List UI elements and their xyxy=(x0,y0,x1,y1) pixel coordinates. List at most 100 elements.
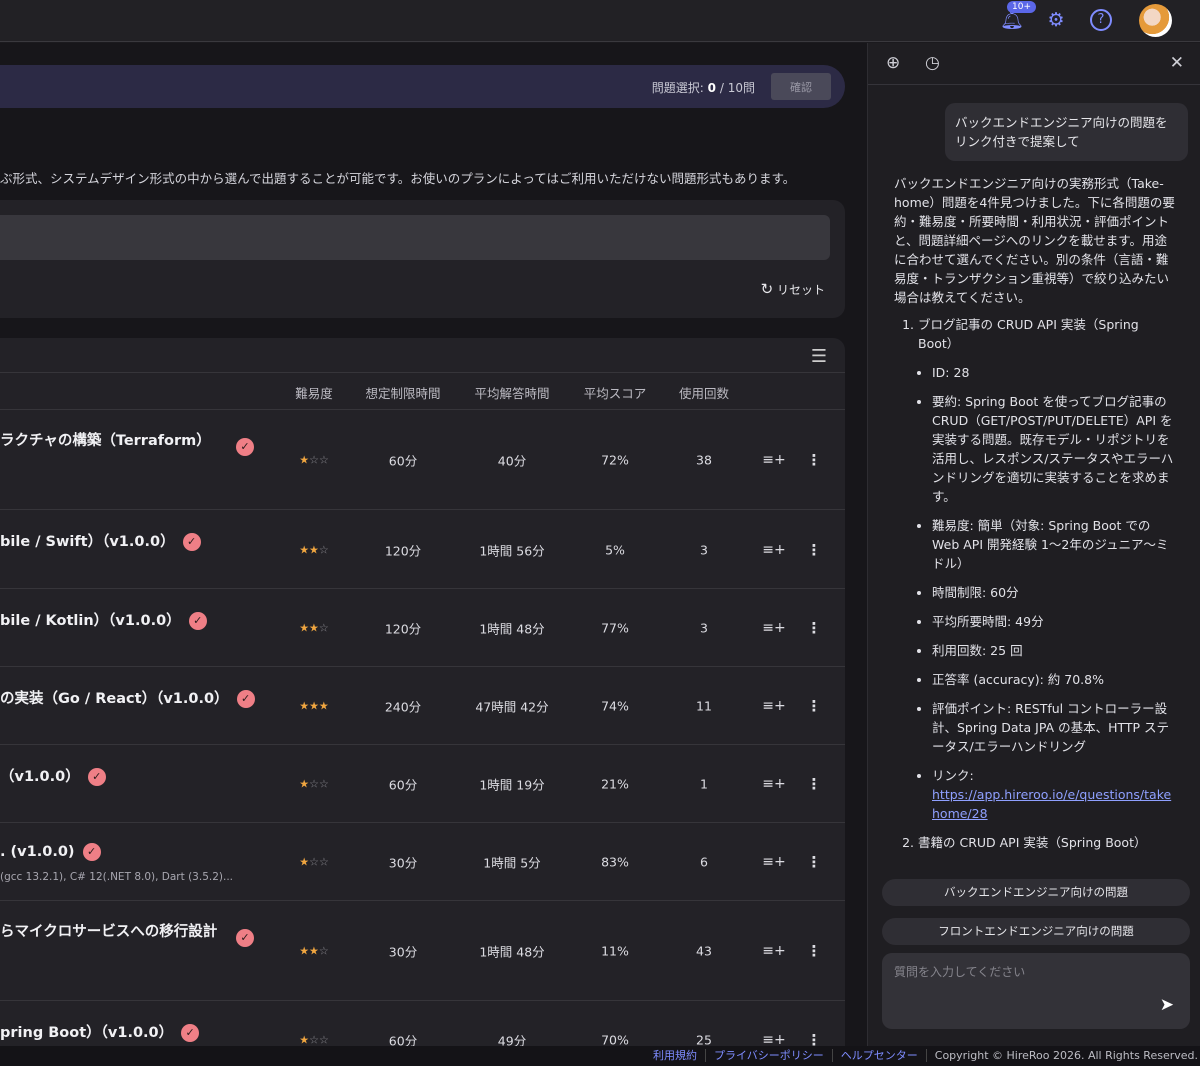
question-input[interactable] xyxy=(882,953,1152,991)
more-options-icon[interactable]: ⋮ xyxy=(807,942,822,960)
help-icon[interactable]: ? xyxy=(1090,9,1112,31)
add-to-list-icon[interactable]: ≡+ xyxy=(762,776,785,792)
column-header[interactable]: 使用回数 xyxy=(679,383,729,402)
selected-count: 0 xyxy=(708,81,716,95)
score-cell: 5% xyxy=(605,542,625,557)
terms-link[interactable]: 利用規約 xyxy=(645,1049,706,1062)
question-title[interactable]: . (v1.0.0) ✓ xyxy=(0,843,101,861)
more-options-icon[interactable]: ⋮ xyxy=(807,697,822,715)
column-header[interactable]: 想定制限時間 xyxy=(365,383,440,402)
table-row[interactable]: bile / Kotlin）（v1.0.0）✓ ★★☆ 120分 1時間 48分 77%… xyxy=(0,589,845,667)
column-header[interactable]: 難易度 xyxy=(295,383,333,402)
add-to-list-icon[interactable]: ≡+ xyxy=(762,452,785,468)
question-title[interactable]: pring Boot）（v1.0.0）✓ xyxy=(0,1021,199,1042)
help-center-link[interactable]: ヘルプセンター xyxy=(833,1049,927,1062)
score-cell: 72% xyxy=(601,453,629,468)
add-to-list-icon[interactable]: ≡+ xyxy=(762,943,785,959)
confirm-button[interactable]: 確認 xyxy=(771,73,831,100)
question-title[interactable]: ラクチャの構築（Terraform） xyxy=(0,429,211,450)
question-title-text: らマイクロサービスへの移行設計 xyxy=(0,924,217,940)
gear-icon[interactable]: ⚙ xyxy=(1045,9,1067,31)
column-header[interactable]: 平均スコア xyxy=(584,383,647,402)
verified-badge-icon: ✓ xyxy=(83,843,101,861)
limit-cell: 60分 xyxy=(389,451,417,470)
uses-cell: 38 xyxy=(696,453,712,468)
more-options-icon[interactable]: ⋮ xyxy=(807,619,822,637)
table-row[interactable]: . (v1.0.0) ✓ (gcc 13.2.1), C# 12(.NET 8.0)… xyxy=(0,823,845,901)
limit-cell: 30分 xyxy=(389,853,417,872)
add-to-list-icon[interactable]: ≡+ xyxy=(762,854,785,870)
answer-detail: 要約: Spring Boot を使ってブログ記事の CRUD（GET/POST… xyxy=(932,392,1176,506)
verified-badge-icon: ✓ xyxy=(237,690,255,708)
avatar[interactable] xyxy=(1139,4,1172,37)
answer-item-title: 書籍の CRUD API 実装（Spring Boot） xyxy=(918,833,1176,852)
limit-cell: 120分 xyxy=(385,619,421,638)
more-options-icon[interactable]: ⋮ xyxy=(807,541,822,559)
answer-detail: 平均所要時間: 49分 xyxy=(932,612,1176,631)
send-icon[interactable]: ➤ xyxy=(1160,995,1174,1015)
add-to-list-icon[interactable]: ≡+ xyxy=(762,542,785,558)
question-languages: (gcc 13.2.1), C# 12(.NET 8.0), Dart (3.5… xyxy=(0,871,233,883)
limit-cell: 120分 xyxy=(385,540,421,559)
difficulty-stars: ★☆☆ xyxy=(299,778,329,791)
table-header: 難易度 想定制限時間 平均解答時間 平均スコア 使用回数 xyxy=(0,372,845,410)
answer-detail: 利用回数: 25 回 xyxy=(932,641,1176,660)
question-title-text: . (v1.0.0) xyxy=(0,844,75,860)
difficulty-stars: ★★☆ xyxy=(299,622,329,635)
question-title[interactable]: らマイクロサービスへの移行設計 xyxy=(0,920,217,941)
table-row[interactable]: （v1.0.0）✓★☆☆60分1時間 19分21%1≡+⋮ xyxy=(0,745,845,823)
new-chat-icon[interactable]: ⊕ xyxy=(886,53,900,73)
refresh-icon: ↻ xyxy=(761,280,774,298)
chat-panel: ⊕ ◷ ✕ バックエンドエンジニア向けの問題をリンク付きで提案して バックエンド… xyxy=(867,43,1200,1046)
table-row[interactable]: らマイクロサービスへの移行設計✓★★☆30分1時間 48分11%43≡+⋮ xyxy=(0,901,845,1001)
selection-label: 問題選択: xyxy=(652,81,704,95)
answer-detail: 評価ポイント: RESTful コントローラー設計、Spring Data JP… xyxy=(932,699,1176,756)
suggestion-chip[interactable]: バックエンドエンジニア向けの問題 xyxy=(882,879,1190,906)
more-options-icon[interactable]: ⋮ xyxy=(807,451,822,469)
close-icon[interactable]: ✕ xyxy=(1170,53,1184,73)
verified-badge-icon: ✓ xyxy=(236,438,254,456)
verified-badge-icon: ✓ xyxy=(189,612,207,630)
chat-header: ⊕ ◷ ✕ xyxy=(868,43,1200,85)
more-options-icon[interactable]: ⋮ xyxy=(807,853,822,871)
verified-badge-icon: ✓ xyxy=(88,768,106,786)
answer-detail: 正答率 (accuracy): 約 70.8% xyxy=(932,670,1176,689)
top-bar: 🔔︎ 10+ ⚙ ? xyxy=(0,0,1200,42)
add-to-list-icon[interactable]: ≡+ xyxy=(762,698,785,714)
difficulty-stars: ★☆☆ xyxy=(299,856,329,869)
history-icon[interactable]: ◷ xyxy=(925,53,940,73)
answer-link-item: リンク:https://app.hireroo.io/e/questions/t… xyxy=(932,766,1176,823)
score-cell: 77% xyxy=(601,621,629,636)
suggestion-chip[interactable]: フロントエンドエンジニア向けの問題 xyxy=(882,918,1190,945)
question-title[interactable]: bile / Swift）（v1.0.0）✓ xyxy=(0,530,201,551)
reset-button[interactable]: ↻ リセット xyxy=(761,280,825,298)
table-row[interactable]: ラクチャの構築（Terraform）✓★☆☆60分40分72%38≡+⋮ xyxy=(0,410,845,510)
question-title[interactable]: bile / Kotlin）（v1.0.0）✓ xyxy=(0,609,207,630)
table-row[interactable]: bile / Swift）（v1.0.0）✓★★☆120分1時間 56分5%3≡… xyxy=(0,510,845,589)
footer: 利用規約プライバシーポリシーヘルプセンターCopyright © HireRoo… xyxy=(0,1046,1200,1066)
answer-item-title: ブログ記事の CRUD API 実装（Spring Boot） xyxy=(918,315,1176,353)
notification-badge: 10+ xyxy=(1007,1,1036,13)
search-input[interactable] xyxy=(0,215,830,260)
answer-detail: 時間制限: 60分 xyxy=(932,583,1176,602)
more-options-icon[interactable]: ⋮ xyxy=(807,775,822,793)
uses-cell: 3 xyxy=(700,621,708,636)
avg-time-cell: 1時間 48分 xyxy=(479,942,544,961)
difficulty-stars: ★☆☆ xyxy=(299,454,329,467)
format-description: ぶ形式、システムデザイン形式の中から選んで出題することが可能です。お使いのプラン… xyxy=(0,168,795,187)
avg-time-cell: 1時間 48分 xyxy=(479,619,544,638)
question-link[interactable]: https://app.hireroo.io/e/questions/takeh… xyxy=(932,787,1171,821)
uses-cell: 1 xyxy=(700,777,708,792)
table-row[interactable]: の実装（Go / React）（v1.0.0）✓★★★240分47時間 42分7… xyxy=(0,667,845,745)
question-title[interactable]: の実装（Go / React）（v1.0.0） ✓ xyxy=(0,687,255,708)
sort-icon[interactable]: ☰ xyxy=(811,346,827,367)
add-to-list-icon[interactable]: ≡+ xyxy=(762,620,785,636)
privacy-link[interactable]: プライバシーポリシー xyxy=(706,1049,833,1062)
column-header[interactable]: 平均解答時間 xyxy=(474,383,549,402)
user-message: バックエンドエンジニア向けの問題をリンク付きで提案して xyxy=(945,103,1188,161)
question-title[interactable]: （v1.0.0）✓ xyxy=(0,765,106,786)
question-title-text: の実装（Go / React）（v1.0.0） xyxy=(0,691,229,707)
verified-badge-icon: ✓ xyxy=(183,533,201,551)
question-title-text: ラクチャの構築（Terraform） xyxy=(0,433,211,449)
score-cell: 21% xyxy=(601,777,629,792)
